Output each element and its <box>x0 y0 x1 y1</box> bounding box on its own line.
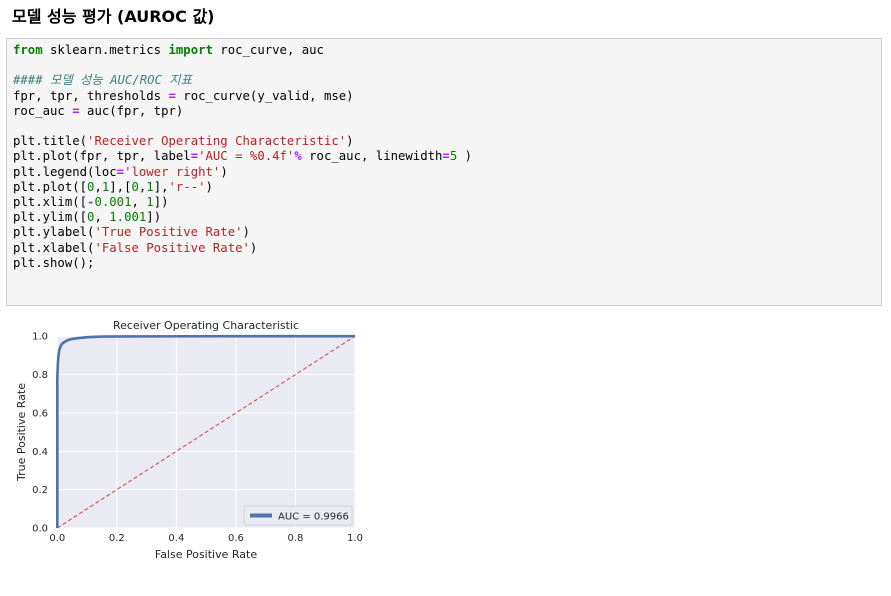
code-token: from <box>13 43 43 57</box>
code-cell[interactable]: from sklearn.metrics import roc_curve, a… <box>6 38 882 306</box>
y-tick-label: 0.4 <box>32 447 48 458</box>
code-token: = <box>116 164 125 179</box>
code-token: plt.title( <box>13 134 88 149</box>
code-line: plt.title('Receiver Operating Characteri… <box>13 134 354 148</box>
code-token: = <box>442 149 450 164</box>
code-token: plt.plot([ <box>13 179 88 194</box>
code-token: plt.legend(loc <box>13 164 117 179</box>
code-token: ) <box>249 240 258 255</box>
code-token: plt.xlim([ <box>13 195 88 210</box>
code-line: plt.plot([0,1],[0,1],'r--') <box>13 180 213 194</box>
code-token: = <box>72 103 80 118</box>
roc-chart: 0.0 0.2 0.4 0.6 0.8 1.0 0.0 0.2 0.4 0.6 0.8 1.0 Rec… <box>15 319 363 561</box>
code-token: 'lower right' <box>124 164 221 179</box>
code-token: plt.xlabel( <box>13 240 95 255</box>
x-tick-label: 0.4 <box>168 533 184 544</box>
page-title: 모델 성능 평가 (AUROC 값) <box>12 7 215 26</box>
code-token: ]) <box>153 195 169 210</box>
code-line: from sklearn.metrics import roc_curve, a… <box>13 43 324 57</box>
code-line: plt.ylabel('True Positive Rate') <box>13 225 250 239</box>
code-token: 0 <box>131 179 139 194</box>
code-token: ) <box>220 164 228 179</box>
code-token: fpr, tpr, thresholds <box>13 88 169 103</box>
code-token: = <box>168 88 176 103</box>
code-token: ],[ <box>109 179 132 194</box>
code-editor[interactable]: from sklearn.metrics import roc_curve, a… <box>7 39 881 271</box>
x-tick-label: 0.8 <box>288 533 304 544</box>
code-line: plt.xlim([-0.001, 1]) <box>13 195 169 209</box>
code-token: plt.ylabel( <box>13 225 95 240</box>
code-token: roc_auc <box>13 103 73 118</box>
code-token: ) <box>346 134 354 149</box>
code-token: plt.plot(fpr, tpr, label <box>13 149 191 164</box>
code-token: import <box>168 43 213 57</box>
code-token: , <box>94 179 102 194</box>
y-axis-label: True Positive Rate <box>15 383 28 482</box>
code-token: 'Receiver Operating Characteristic' <box>87 134 347 149</box>
y-tick-label: 1.0 <box>32 332 48 343</box>
code-token: ]) <box>146 210 162 225</box>
code-token: , <box>131 195 147 210</box>
code-line: roc_auc = auc(fpr, tpr) <box>13 104 183 118</box>
code-token: plt.ylim([ <box>13 210 88 225</box>
legend-label: AUC = 0.9966 <box>278 512 349 523</box>
code-token: % <box>294 149 310 164</box>
code-token: auc(fpr, tpr) <box>79 103 184 118</box>
code-token: ], <box>153 179 169 194</box>
code-token: #### 모델 성능 AUC/ROC 지표 <box>13 73 192 88</box>
y-tick-label: 0.2 <box>32 485 48 496</box>
x-tick-label: 0.6 <box>228 533 244 544</box>
y-tick-label: 0.8 <box>32 370 48 381</box>
y-tick-label: 0.6 <box>32 408 48 419</box>
code-token: ) <box>205 179 213 194</box>
code-token: 'False Positive Rate' <box>94 240 250 255</box>
x-tick-label: 0.0 <box>49 533 65 544</box>
code-line: plt.plot(fpr, tpr, label='AUC = %0.4f'% … <box>13 149 472 163</box>
code-token: roc_curve, auc <box>212 43 324 57</box>
code-token: 1.001 <box>109 210 147 225</box>
x-tick-label: 0.2 <box>109 533 125 544</box>
code-token: 1 <box>146 195 154 210</box>
code-token: 'r--' <box>168 179 206 194</box>
x-axis-label: False Positive Rate <box>155 548 257 561</box>
y-tick-label: 0.0 <box>32 524 48 535</box>
chart-title: Receiver Operating Characteristic <box>113 319 299 332</box>
code-line: plt.legend(loc='lower right') <box>13 165 228 179</box>
code-token: = <box>190 149 199 164</box>
code-line: plt.show(); <box>13 256 94 270</box>
code-line: plt.xlabel('False Positive Rate') <box>13 241 257 255</box>
code-token: ) <box>242 225 250 240</box>
code-token: roc_curve(y_valid, mse) <box>175 88 354 103</box>
code-token: 'True Positive Rate' <box>94 225 243 240</box>
legend: AUC = 0.9966 <box>243 505 353 526</box>
chart-output: 0.0 0.2 0.4 0.6 0.8 1.0 0.0 0.2 0.4 0.6 0.8 1.0 Rec… <box>0 312 380 573</box>
code-token: roc_auc, linewidth <box>309 149 443 164</box>
x-tick-label: 1.0 <box>347 533 363 544</box>
code-line: fpr, tpr, thresholds = roc_curve(y_valid… <box>13 89 354 103</box>
code-token: ) <box>457 149 473 164</box>
code-line: #### 모델 성능 AUC/ROC 지표 <box>13 73 192 87</box>
code-token: 1 <box>146 179 154 194</box>
code-token: , <box>94 210 110 225</box>
code-token: sklearn.metrics <box>42 43 169 57</box>
code-token: plt.show(); <box>13 255 95 270</box>
code-line: plt.ylim([0, 1.001]) <box>13 210 161 224</box>
code-token: 0.001 <box>94 195 132 210</box>
code-token: 'AUC = %0.4f' <box>198 149 295 164</box>
